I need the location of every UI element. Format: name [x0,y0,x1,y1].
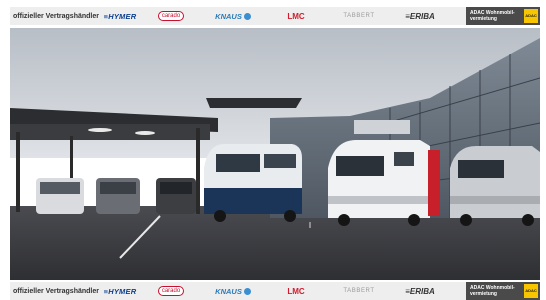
hymer-logo[interactable]: ≡HYMER [99,12,141,21]
brand-bar-top: offizieller Vertragshändler ≡HYMER carad… [10,7,540,25]
adac-rental-text: ADAC Wohnmobil-vermietung [470,285,515,297]
knaus-logo[interactable]: KNAUS [201,287,265,296]
hymer-logo[interactable]: ≡HYMER [99,287,141,296]
dealer-label: offizieller Vertragshändler [13,287,99,295]
carado-logo-text: carado [157,11,185,21]
adac-badge-icon: ADAC [524,9,538,23]
lmc-logo[interactable]: LMC [265,12,327,21]
tabbert-logo[interactable]: TABBERT [327,288,391,294]
adac-rental-logo[interactable]: ADAC Wohnmobil-vermietung ADAC [466,7,540,25]
eriba-logo[interactable]: ≡ERIBA [391,287,449,296]
knaus-logo-text: KNAUS [215,286,242,296]
adac-badge-icon: ADAC [524,284,538,298]
dealership-photo-illustration [10,28,540,280]
carado-logo-text: carado [157,286,185,296]
carado-logo[interactable]: carado [141,11,201,21]
adac-rental-text: ADAC Wohnmobil-vermietung [470,10,515,22]
page: offizieller Vertragshändler ≡HYMER carad… [0,0,546,300]
knaus-logo[interactable]: KNAUS [201,12,265,21]
dealership-photo [10,28,540,280]
lmc-logo[interactable]: LMC [265,287,327,296]
dealer-label: offizieller Vertragshändler [13,12,99,20]
carado-logo[interactable]: carado [141,286,201,296]
adac-rental-logo[interactable]: ADAC Wohnmobil-vermietung ADAC [466,282,540,300]
tabbert-logo[interactable]: TABBERT [327,13,391,19]
knaus-globe-icon [243,13,251,21]
knaus-logo-text: KNAUS [215,11,242,21]
knaus-globe-icon [243,288,251,296]
brand-bar-bottom: offizieller Vertragshändler ≡HYMER carad… [10,282,540,300]
eriba-logo[interactable]: ≡ERIBA [391,12,449,21]
